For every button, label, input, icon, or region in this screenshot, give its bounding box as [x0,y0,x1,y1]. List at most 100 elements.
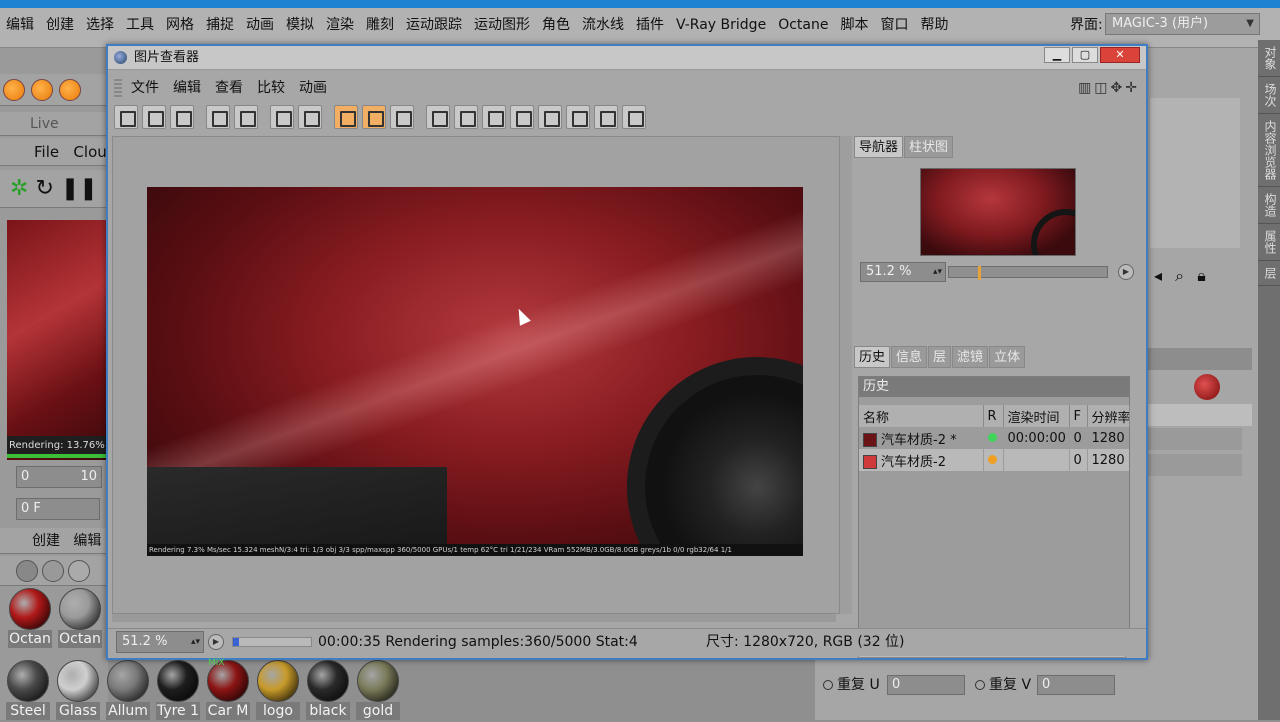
arrow-icon[interactable]: ◂ [1154,266,1166,285]
attribute-field[interactable] [1146,404,1252,426]
navigator-zoom-slider[interactable] [948,266,1108,280]
diff-icon[interactable] [594,105,618,129]
gear-icon[interactable]: ✲ [10,176,28,201]
timeline-range[interactable]: 0 10 [16,466,102,488]
play-icon[interactable]: ▶ [1118,264,1134,280]
attribute-dropdown[interactable] [1146,428,1242,450]
interface-layout-select[interactable]: MAGIC-3 (用户) ▼ [1105,13,1260,35]
menu-item[interactable]: V-Ray Bridge [670,14,772,36]
menu-item[interactable]: 插件 [630,14,670,36]
slider-knob[interactable] [977,266,981,280]
render-settings-icon[interactable] [59,79,81,101]
menu-item[interactable]: 运动跟踪 [400,14,468,36]
export-icon[interactable] [234,105,258,129]
material-item[interactable]: Octan [58,588,102,650]
menu-item[interactable]: 创建 [40,14,80,36]
material-item[interactable]: Tyre 1 [156,660,200,722]
menu-item[interactable]: 帮助 [914,14,954,36]
menu-item[interactable]: 网格 [160,14,200,36]
side-tab[interactable]: 场次 [1258,77,1280,114]
repeat-v-field[interactable]: 0 [1037,675,1115,695]
material-item[interactable]: Octan [8,588,52,650]
compare-grid-icon[interactable] [454,105,478,129]
compare-ab-icon[interactable] [426,105,450,129]
menu-item[interactable]: 工具 [120,14,160,36]
material-item[interactable]: Steel [6,660,50,722]
set-a-icon[interactable] [510,105,534,129]
repeat-u[interactable]: 重复 U [823,675,880,695]
viewer-menu-item[interactable]: 比较 [250,76,292,100]
create-menu[interactable]: 创建 [32,533,60,549]
attribute-field[interactable] [1146,348,1252,370]
material-item[interactable]: Allum [106,660,150,722]
menu-item[interactable]: 流水线 [576,14,630,36]
delete-icon[interactable] [298,105,322,129]
split-icon[interactable] [566,105,590,129]
canvas-hscrollbar[interactable] [112,614,836,622]
sphere-icon[interactable] [42,560,64,582]
menu-item[interactable]: 编辑 [0,14,40,36]
region-clear-icon[interactable] [362,105,386,129]
frame-field[interactable]: 0 F [16,498,100,520]
column-header[interactable]: 分辨率 [1087,405,1130,427]
menu-item[interactable]: 角色 [536,14,576,36]
side-tab[interactable]: 对象 [1258,40,1280,77]
material-item[interactable]: Glass [56,660,100,722]
history-row[interactable]: 汽车材质-2 0 1280 [859,449,1129,471]
menu-item[interactable]: 雕刻 [360,14,400,36]
material-item[interactable]: black [306,660,350,722]
attribute-dropdown[interactable] [1146,454,1242,476]
menu-item[interactable]: 选择 [80,14,120,36]
column-header[interactable]: 渲染时间 [1003,405,1070,427]
set-b-icon[interactable] [538,105,562,129]
panel-tab[interactable]: 导航器 [854,136,904,158]
menu-item[interactable]: 模拟 [280,14,320,36]
minimize-button[interactable]: ▁ [1044,47,1070,63]
column-header[interactable]: R [983,405,1004,427]
panel-tab[interactable]: 柱状图 [904,136,954,158]
panel-tab[interactable]: 层 [928,346,952,368]
material-item[interactable]: Car M [206,660,250,722]
panel-tab[interactable]: 立体 [989,346,1026,368]
panel-splitter[interactable] [840,136,852,614]
grid-icon[interactable] [206,105,230,129]
menu-item[interactable]: 窗口 [874,14,914,36]
viewer-menu-item[interactable]: 编辑 [166,76,208,100]
menu-item[interactable]: 运动图形 [468,14,536,36]
menu-item[interactable]: 捕捉 [200,14,240,36]
panel-tab[interactable]: 历史 [854,346,891,368]
play-icon[interactable]: ▶ [208,634,224,650]
side-tab[interactable]: 构造 [1258,187,1280,224]
lock-icon[interactable]: 🔒︎ [1197,266,1210,285]
material-item[interactable]: gold [356,660,400,722]
viewer-menu-item[interactable]: 文件 [124,76,166,100]
panel-tab[interactable]: 信息 [891,346,928,368]
panel-tab[interactable]: 滤镜 [952,346,989,368]
column-header[interactable]: F [1069,405,1088,427]
viewer-menu-item[interactable]: 动画 [292,76,334,100]
side-tab[interactable]: 属性 [1258,224,1280,261]
overlay-icon[interactable] [622,105,646,129]
clapper-icon[interactable] [170,105,194,129]
column-header[interactable]: 名称 [859,405,984,427]
menu-item[interactable]: 渲染 [320,14,360,36]
render-view-icon[interactable] [31,79,53,101]
close-button[interactable]: ✕ [1100,47,1140,63]
search-icon[interactable]: ⌕ [1175,266,1188,285]
navigator-zoom-field[interactable]: 51.2 % ▴▾ [860,262,946,282]
file-menu[interactable]: File [34,143,59,161]
menu-item[interactable]: 脚本 [834,14,874,36]
maximize-button[interactable]: ▢ [1072,47,1098,63]
window-titlebar[interactable]: 图片查看器 ▁ ▢ ✕ [108,46,1146,70]
compare-text-icon[interactable] [482,105,506,129]
save-icon[interactable] [142,105,166,129]
side-tab[interactable]: 层 [1258,261,1280,286]
sphere-icon[interactable] [68,560,90,582]
edit-menu[interactable]: 编辑 [73,533,101,549]
menu-item[interactable]: 动画 [240,14,280,36]
history-row[interactable]: 汽车材质-2 * 00:00:00 0 1280 [859,427,1129,449]
layout-icons[interactable]: ▥◫✥✛ [1078,80,1140,96]
grip-handle[interactable] [114,79,122,97]
repeat-u-field[interactable]: 0 [887,675,965,695]
sphere-icon[interactable] [16,560,38,582]
